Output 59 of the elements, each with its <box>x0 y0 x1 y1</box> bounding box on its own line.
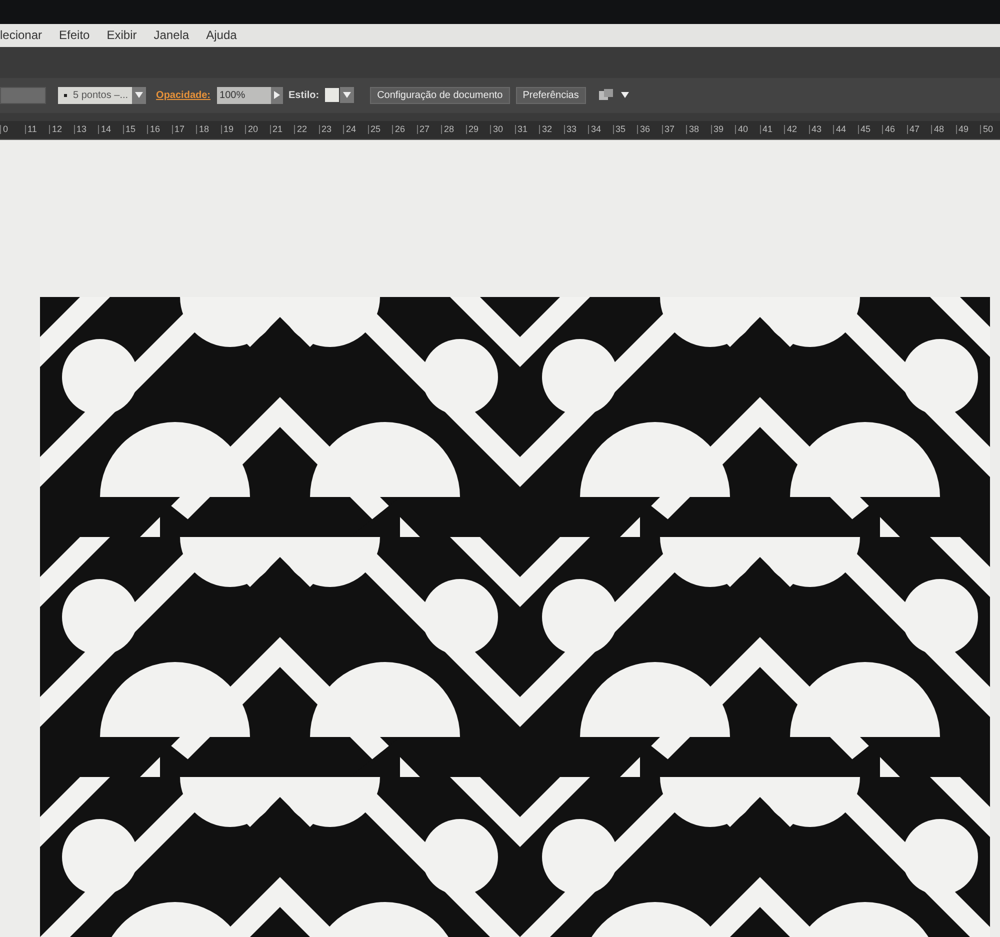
ruler-label: 23 <box>318 125 343 134</box>
ruler-label: 37 <box>662 125 686 134</box>
ruler-label: 47 <box>906 125 931 134</box>
menu-item[interactable]: lecionar <box>0 26 42 44</box>
ruler-label: 17 <box>172 125 196 134</box>
ruler-label: 15 <box>122 125 147 134</box>
style-label: Estilo: <box>288 88 320 103</box>
ruler-label: 41 <box>760 125 784 134</box>
ruler-label: 20 <box>245 125 270 134</box>
ruler-label: 0 <box>0 125 24 134</box>
ruler-label: 36 <box>637 125 662 134</box>
caret-icon[interactable] <box>342 90 352 100</box>
ruler-label: 28 <box>441 125 466 134</box>
ruler-label: 24 <box>343 125 368 134</box>
ruler-label: 48 <box>931 125 956 134</box>
ruler-label: 19 <box>220 125 245 134</box>
ruler-label: 11 <box>24 125 49 134</box>
ruler-label: 13 <box>74 125 98 134</box>
ruler-label: 38 <box>686 125 710 134</box>
arrange-icon[interactable] <box>598 88 614 102</box>
ruler-label: 35 <box>612 125 637 134</box>
ruler-label: 18 <box>196 125 220 134</box>
ruler-label: 25 <box>368 125 392 134</box>
dropdown-field[interactable] <box>0 86 46 104</box>
ruler-label: 32 <box>539 125 564 134</box>
ruler-label: 26 <box>392 125 416 134</box>
brush-dropdown[interactable]: 5 pontos –... <box>58 86 146 104</box>
toolbar-button[interactable]: Preferências <box>516 86 586 104</box>
menu-item[interactable]: Efeito <box>59 26 90 44</box>
ruler-label: 46 <box>882 125 906 134</box>
ruler-label: 33 <box>564 125 588 134</box>
ruler-label: 29 <box>466 125 490 134</box>
ruler-label: 34 <box>588 125 612 134</box>
ruler-label: 27 <box>416 125 441 134</box>
menu-item[interactable]: Ajuda <box>206 26 237 44</box>
caret-icon[interactable] <box>134 90 144 100</box>
ruler-label: 40 <box>735 125 760 134</box>
menu-item[interactable]: Janela <box>154 26 190 44</box>
ruler-label: 43 <box>808 125 833 134</box>
ruler-label: 50 <box>980 125 1000 134</box>
ruler-label: 42 <box>784 125 808 134</box>
ruler-label: 14 <box>98 125 122 134</box>
ruler-label: 49 <box>956 125 980 134</box>
ruler-label: 12 <box>49 125 74 134</box>
ruler-label: 30 <box>490 125 514 134</box>
menu-item[interactable]: Exibir <box>106 26 137 44</box>
opacity-field[interactable]: 100% <box>216 86 271 104</box>
ruler-label: 39 <box>710 125 735 134</box>
ruler-label: 21 <box>270 125 294 134</box>
ruler-label: 44 <box>833 125 858 134</box>
caret-icon[interactable] <box>620 90 630 100</box>
ruler-label: 45 <box>858 125 882 134</box>
style-swatch-dropdown[interactable] <box>325 87 354 104</box>
ruler-label: 16 <box>147 125 172 134</box>
ruler-label: 31 <box>514 125 539 134</box>
play-icon[interactable] <box>272 90 282 100</box>
ruler-label: 22 <box>294 125 318 134</box>
toolbar-button[interactable]: Configuração de documento <box>370 86 510 104</box>
opacity-link[interactable]: Opacidade: <box>156 88 211 103</box>
